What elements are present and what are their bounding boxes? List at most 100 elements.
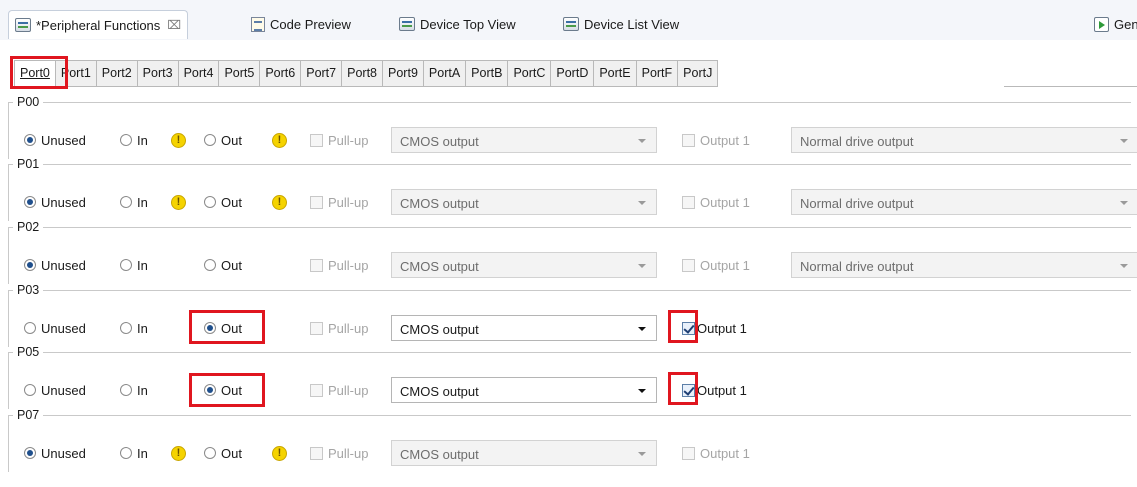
unused-radio[interactable]: Unused — [24, 440, 86, 466]
tab-port3[interactable]: Port3 — [136, 60, 178, 86]
tab-port1[interactable]: Port1 — [54, 60, 96, 86]
generate-code-button[interactable]: Gen — [1094, 10, 1137, 38]
pullup-checkbox[interactable]: Pull-up — [310, 189, 368, 215]
tab-device-list-view[interactable]: Device List View — [563, 10, 679, 38]
radio-button[interactable] — [120, 134, 132, 146]
pullup-checkbox[interactable]: Pull-up — [310, 377, 368, 403]
checkbox[interactable] — [682, 383, 695, 397]
unused-radio[interactable]: Unused — [24, 189, 86, 215]
unused-radio[interactable]: Unused — [24, 377, 86, 403]
tab-portf[interactable]: PortF — [635, 60, 678, 86]
out-radio[interactable]: Out — [204, 189, 242, 215]
checkbox[interactable] — [310, 133, 323, 147]
radio-button[interactable] — [204, 134, 216, 146]
radio-button[interactable] — [24, 447, 36, 459]
in-radio[interactable]: In — [120, 189, 148, 215]
pullup-checkbox[interactable]: Pull-up — [310, 315, 368, 341]
chevron-down-icon[interactable] — [638, 452, 646, 456]
tab-port2[interactable]: Port2 — [95, 60, 137, 86]
out-radio[interactable]: Out — [204, 252, 242, 278]
radio-button[interactable] — [24, 384, 36, 396]
tab-port9[interactable]: Port9 — [382, 60, 423, 86]
chevron-down-icon[interactable] — [1120, 264, 1128, 268]
tab-device-top-view[interactable]: Device Top View — [399, 10, 516, 38]
tab-port8[interactable]: Port8 — [341, 60, 383, 86]
checkbox[interactable] — [310, 258, 323, 272]
output1-checkbox[interactable]: Output 1 — [682, 189, 750, 215]
tab-portc[interactable]: PortC — [507, 60, 551, 86]
in-radio[interactable]: In — [120, 315, 148, 341]
in-radio[interactable]: In — [120, 377, 148, 403]
radio-button[interactable] — [204, 196, 216, 208]
radio-button[interactable] — [204, 384, 216, 396]
chevron-down-icon[interactable] — [638, 139, 646, 143]
output1-checkbox[interactable]: Output 1 — [682, 127, 750, 153]
tab-portj[interactable]: PortJ — [677, 60, 719, 86]
close-icon[interactable]: ⌧ — [167, 18, 181, 32]
chevron-down-icon[interactable] — [638, 389, 646, 393]
output-type-select[interactable]: CMOS output — [391, 127, 657, 153]
out-radio[interactable]: Out — [204, 315, 242, 341]
checkbox[interactable] — [682, 446, 695, 460]
chevron-down-icon[interactable] — [638, 327, 646, 331]
radio-button[interactable] — [24, 134, 36, 146]
tab-porte[interactable]: PortE — [593, 60, 636, 86]
drive-select[interactable]: Normal drive output — [791, 127, 1137, 153]
drive-select[interactable]: Normal drive output — [791, 252, 1137, 278]
tab-port0[interactable]: Port0 — [14, 60, 55, 87]
tab-port7[interactable]: Port7 — [300, 60, 342, 86]
output-type-select[interactable]: CMOS output — [391, 315, 657, 341]
output-type-select[interactable]: CMOS output — [391, 252, 657, 278]
tab-port5[interactable]: Port5 — [218, 60, 260, 86]
output1-checkbox[interactable]: Output 1 — [682, 440, 750, 466]
in-radio[interactable]: In — [120, 127, 148, 153]
radio-button[interactable] — [24, 322, 36, 334]
chevron-down-icon[interactable] — [1120, 139, 1128, 143]
unused-radio[interactable]: Unused — [24, 127, 86, 153]
chevron-down-icon[interactable] — [638, 201, 646, 205]
radio-button[interactable] — [120, 322, 132, 334]
output1-checkbox[interactable]: Output 1 — [682, 315, 747, 341]
unused-radio[interactable]: Unused — [24, 315, 86, 341]
radio-button[interactable] — [120, 196, 132, 208]
output-type-select[interactable]: CMOS output — [391, 440, 657, 466]
pullup-checkbox[interactable]: Pull-up — [310, 440, 368, 466]
radio-button[interactable] — [24, 196, 36, 208]
unused-radio[interactable]: Unused — [24, 252, 86, 278]
radio-button[interactable] — [204, 447, 216, 459]
checkbox[interactable] — [682, 258, 695, 272]
in-radio[interactable]: In — [120, 252, 148, 278]
radio-button[interactable] — [204, 322, 216, 334]
output1-checkbox[interactable]: Output 1 — [682, 252, 750, 278]
tab-code-preview[interactable]: Code Preview — [251, 10, 351, 38]
tab-peripheral-functions[interactable]: *Peripheral Functions ⌧ — [8, 10, 189, 39]
pullup-checkbox[interactable]: Pull-up — [310, 252, 368, 278]
radio-button[interactable] — [24, 259, 36, 271]
out-radio[interactable]: Out — [204, 127, 242, 153]
tab-portd[interactable]: PortD — [550, 60, 594, 86]
tab-port4[interactable]: Port4 — [177, 60, 219, 86]
radio-button[interactable] — [120, 447, 132, 459]
checkbox[interactable] — [682, 133, 695, 147]
checkbox[interactable] — [310, 321, 323, 335]
tab-port6[interactable]: Port6 — [259, 60, 301, 86]
out-radio[interactable]: Out — [204, 440, 242, 466]
out-radio[interactable]: Out — [204, 377, 242, 403]
tab-porta[interactable]: PortA — [422, 60, 466, 86]
chevron-down-icon[interactable] — [1120, 201, 1128, 205]
radio-button[interactable] — [120, 384, 132, 396]
radio-button[interactable] — [204, 259, 216, 271]
pullup-checkbox[interactable]: Pull-up — [310, 127, 368, 153]
drive-select[interactable]: Normal drive output — [791, 189, 1137, 215]
output1-checkbox[interactable]: Output 1 — [682, 377, 747, 403]
checkbox[interactable] — [310, 446, 323, 460]
checkbox[interactable] — [310, 195, 323, 209]
checkbox[interactable] — [682, 195, 695, 209]
checkbox[interactable] — [682, 321, 695, 335]
output-type-select[interactable]: CMOS output — [391, 377, 657, 403]
checkbox[interactable] — [310, 383, 323, 397]
radio-button[interactable] — [120, 259, 132, 271]
chevron-down-icon[interactable] — [638, 264, 646, 268]
in-radio[interactable]: In — [120, 440, 148, 466]
output-type-select[interactable]: CMOS output — [391, 189, 657, 215]
